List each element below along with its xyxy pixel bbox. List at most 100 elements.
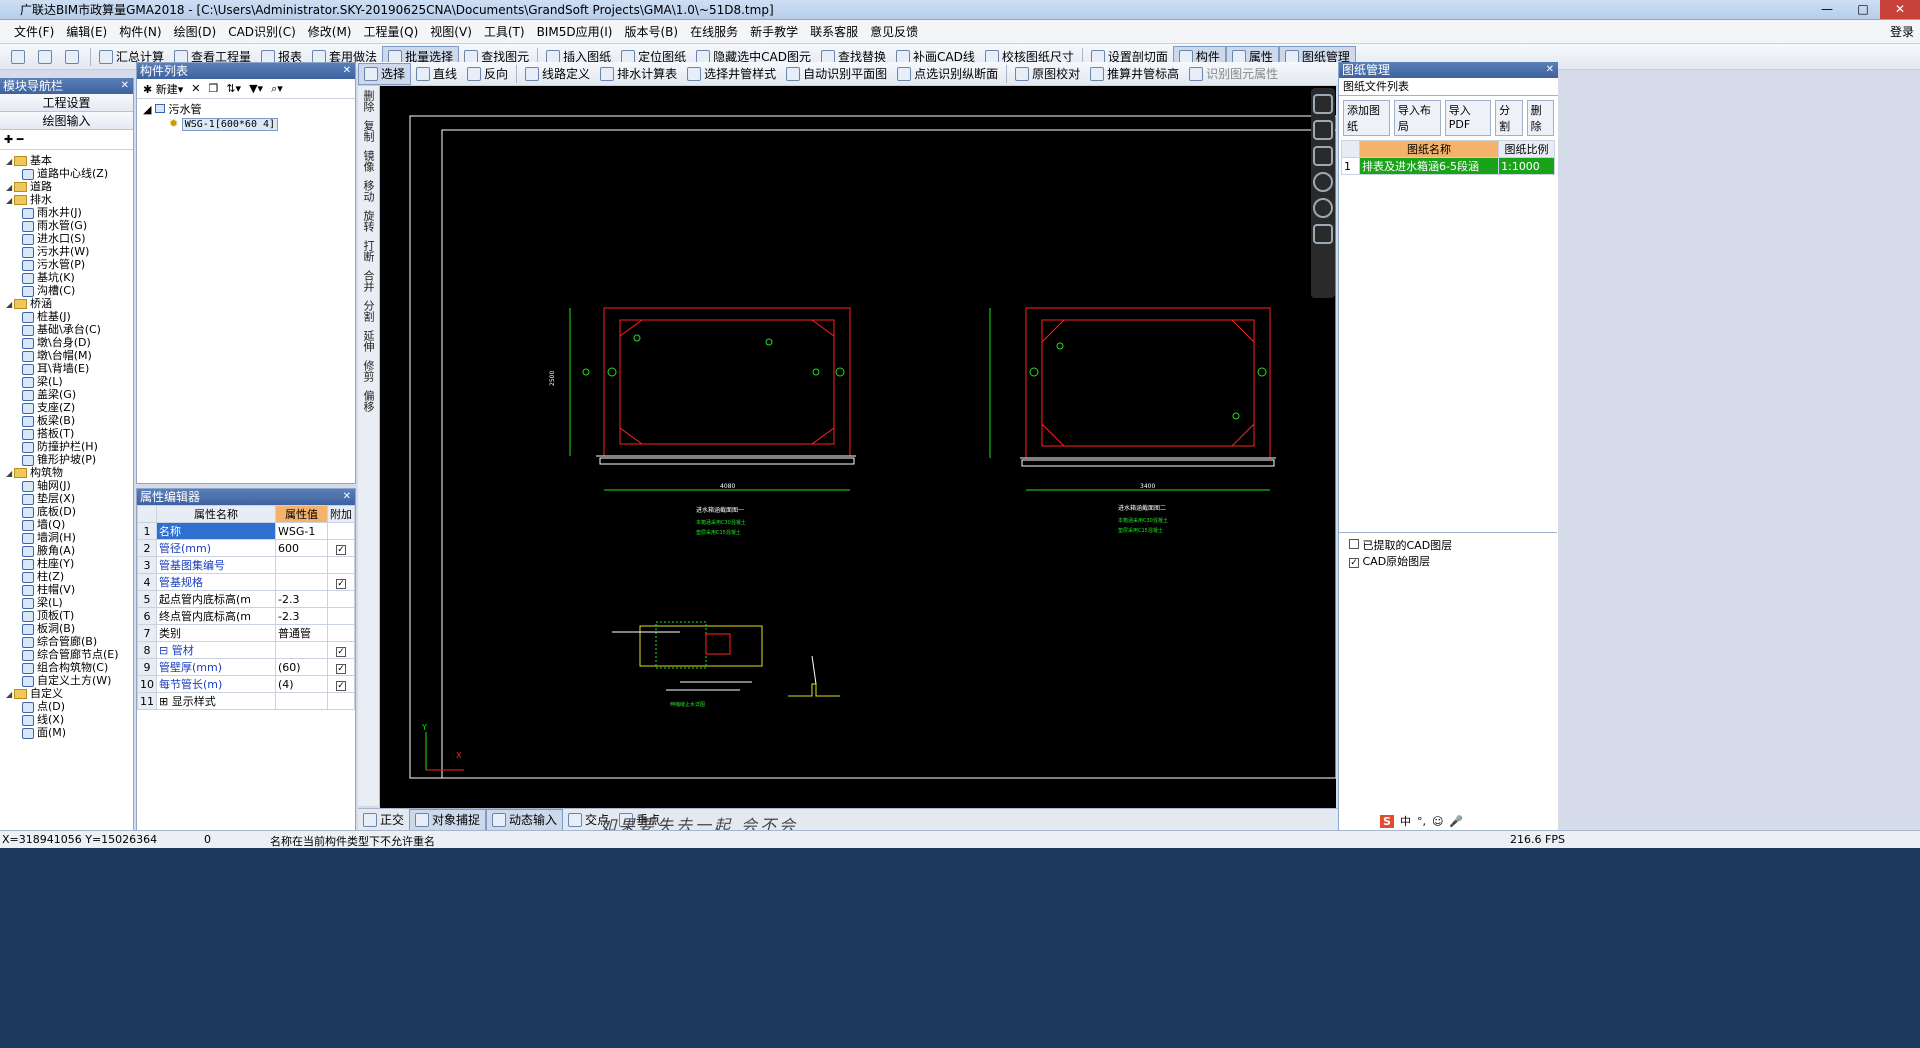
checkbox[interactable]: ✓ bbox=[336, 544, 346, 555]
cad-tool-button[interactable]: 反向 bbox=[462, 63, 513, 85]
modify-tool-button[interactable]: 修剪 bbox=[358, 356, 378, 386]
sort-icon[interactable]: ⇅▾ bbox=[226, 82, 241, 95]
property-row[interactable]: 9 管壁厚(mm) (60) ✓ bbox=[137, 658, 355, 676]
cad-tool-button[interactable]: 选择 bbox=[358, 62, 412, 85]
status-toggle[interactable]: 对象捕捉 bbox=[409, 808, 487, 831]
property-row[interactable]: 10 每节管长(m) (4) ✓ bbox=[137, 675, 355, 693]
tree-node[interactable]: 雨水井(J) bbox=[0, 206, 133, 219]
tree-node[interactable]: 柱(Z) bbox=[0, 570, 133, 583]
drawing-action-button[interactable]: 导入PDF bbox=[1444, 100, 1492, 136]
login-link[interactable]: 登录 bbox=[1890, 23, 1914, 40]
tree-node[interactable]: 线(X) bbox=[0, 713, 133, 726]
tree-node[interactable]: 综合管廊(B) bbox=[0, 635, 133, 648]
drawing-input-button[interactable]: 绘图输入 bbox=[0, 112, 133, 130]
tree-node[interactable]: 自定义土方(W) bbox=[0, 674, 133, 687]
menu-item[interactable]: 版本号(B) bbox=[618, 23, 684, 40]
menu-item[interactable]: 联系客服 bbox=[804, 23, 864, 40]
property-value[interactable]: 普通管 bbox=[275, 624, 328, 642]
close-icon[interactable]: ✕ bbox=[343, 489, 351, 505]
modify-tool-button[interactable]: 打断 bbox=[358, 236, 378, 266]
cad-tool-button[interactable]: 原图校对 bbox=[1010, 63, 1085, 85]
property-row[interactable]: 7 类别 普通管 bbox=[137, 624, 355, 642]
property-value[interactable]: WSG-1 bbox=[275, 522, 328, 540]
cad-tool-button[interactable]: 识别图元属性 bbox=[1184, 63, 1283, 85]
property-row[interactable]: 8 ⊟ 管材 ✓ bbox=[137, 641, 355, 659]
menu-item[interactable]: 工程量(Q) bbox=[357, 23, 424, 40]
tree-node[interactable]: 墩\台身(D) bbox=[0, 336, 133, 349]
rotate-icon[interactable] bbox=[1313, 172, 1333, 192]
menu-item[interactable]: 文件(F) bbox=[8, 23, 60, 40]
cad-tool-button[interactable]: 推算井管标高 bbox=[1085, 63, 1184, 85]
tree-node[interactable]: 盖梁(G) bbox=[0, 388, 133, 401]
tree-node[interactable]: 雨水管(G) bbox=[0, 219, 133, 232]
property-value[interactable]: 600 bbox=[275, 539, 328, 557]
property-extra[interactable]: ✓ bbox=[327, 675, 355, 693]
property-extra[interactable] bbox=[327, 590, 355, 608]
menu-item[interactable]: 视图(V) bbox=[424, 23, 478, 40]
collapse-icon[interactable]: ━ bbox=[17, 133, 24, 146]
minimize-button[interactable]: — bbox=[1810, 0, 1844, 19]
property-value[interactable] bbox=[275, 573, 328, 591]
property-extra[interactable] bbox=[327, 556, 355, 574]
checkbox[interactable]: ✓ bbox=[336, 680, 346, 691]
property-value[interactable]: -2.3 bbox=[275, 607, 328, 625]
cad-tool-button[interactable]: 排水计算表 bbox=[595, 63, 682, 85]
tab-drawing-files[interactable]: 图纸文件列表 bbox=[1339, 78, 1558, 96]
property-row[interactable]: 11 ⊞ 显示样式 bbox=[137, 692, 355, 710]
tree-node[interactable]: 耳\背墙(E) bbox=[0, 362, 133, 375]
view-nav-bar[interactable] bbox=[1311, 88, 1335, 298]
property-extra[interactable] bbox=[327, 692, 355, 710]
zoom-window-icon[interactable] bbox=[1313, 146, 1333, 166]
property-row[interactable]: 3 管基图集编号 bbox=[137, 556, 355, 574]
modify-tool-button[interactable]: 移动 bbox=[358, 176, 378, 206]
tree-node[interactable]: 垫层(X) bbox=[0, 492, 133, 505]
modify-tool-button[interactable]: 偏移 bbox=[358, 386, 378, 416]
checkbox[interactable]: ✓ bbox=[336, 578, 346, 589]
project-settings-button[interactable]: 工程设置 bbox=[0, 94, 133, 112]
tree-node[interactable]: 轴网(J) bbox=[0, 479, 133, 492]
tree-node[interactable]: ◢ 道路 bbox=[0, 180, 133, 193]
tree-node[interactable]: 桩基(J) bbox=[0, 310, 133, 323]
menu-item[interactable]: 意见反馈 bbox=[864, 23, 924, 40]
zoom-icon[interactable] bbox=[1313, 198, 1333, 218]
filter-icon[interactable]: ▼▾ bbox=[249, 82, 263, 95]
tree-node[interactable]: 墙洞(H) bbox=[0, 531, 133, 544]
close-icon[interactable]: ✕ bbox=[343, 63, 351, 79]
menu-item[interactable]: 工具(T) bbox=[478, 23, 531, 40]
property-row[interactable]: 4 管基规格 ✓ bbox=[137, 573, 355, 591]
property-extra[interactable]: ✓ bbox=[327, 573, 355, 591]
delete-icon[interactable]: ✕ bbox=[191, 82, 200, 95]
tree-node[interactable]: 腋角(A) bbox=[0, 544, 133, 557]
pan-icon[interactable] bbox=[1313, 120, 1333, 140]
tree-node[interactable]: 板洞(B) bbox=[0, 622, 133, 635]
tree-node[interactable]: 顶板(T) bbox=[0, 609, 133, 622]
tree-node[interactable]: 点(D) bbox=[0, 700, 133, 713]
layer-extracted[interactable]: 已提取的CAD图层 bbox=[1349, 537, 1547, 553]
new-file-icon[interactable] bbox=[6, 46, 33, 68]
menu-item[interactable]: 绘图(D) bbox=[168, 23, 223, 40]
modify-tool-button[interactable]: 删除 bbox=[358, 86, 378, 116]
cad-tool-button[interactable]: 点选识别纵断面 bbox=[892, 63, 1003, 85]
close-button[interactable]: ✕ bbox=[1880, 0, 1920, 19]
property-value[interactable] bbox=[275, 641, 328, 659]
save-icon[interactable] bbox=[60, 46, 87, 68]
drawing-action-button[interactable]: 导入布局 bbox=[1393, 100, 1441, 136]
status-toggle[interactable]: 动态输入 bbox=[486, 808, 564, 831]
property-row[interactable]: 6 终点管内底标高(m -2.3 bbox=[137, 607, 355, 625]
tree-node[interactable]: 梁(L) bbox=[0, 375, 133, 388]
checkbox[interactable]: ✓ bbox=[336, 663, 346, 674]
property-extra[interactable]: ✓ bbox=[327, 658, 355, 676]
tree-node[interactable]: 污水井(W) bbox=[0, 245, 133, 258]
cad-tool-button[interactable]: 自动识别平面图 bbox=[781, 63, 892, 85]
new-component-button[interactable]: ✱ 新建▾ bbox=[143, 81, 183, 97]
property-extra[interactable]: ✓ bbox=[327, 539, 355, 557]
tree-node[interactable]: 梁(L) bbox=[0, 596, 133, 609]
tree-node[interactable]: 墙(Q) bbox=[0, 518, 133, 531]
property-extra[interactable] bbox=[327, 624, 355, 642]
menu-item[interactable]: 在线服务 bbox=[684, 23, 744, 40]
tree-node[interactable]: 板梁(B) bbox=[0, 414, 133, 427]
tree-node[interactable]: 污水管(P) bbox=[0, 258, 133, 271]
property-value[interactable]: (60) bbox=[275, 658, 328, 676]
tree-node[interactable]: ◢ 基本 bbox=[0, 154, 133, 167]
property-row[interactable]: 1 名称 WSG-1 bbox=[137, 522, 355, 540]
